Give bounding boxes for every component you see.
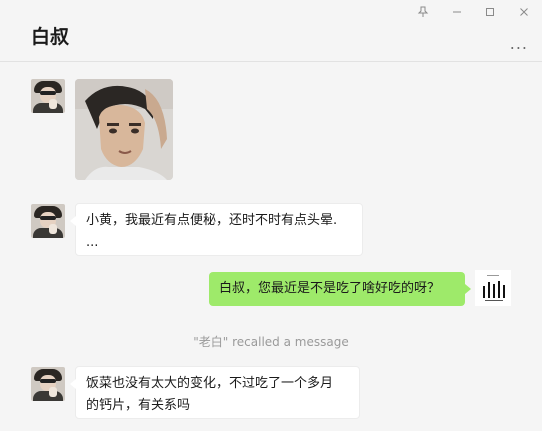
recall-notice: "老白" recalled a message xyxy=(193,335,349,349)
self-avatar[interactable] xyxy=(475,270,511,306)
more-options-icon[interactable]: ... xyxy=(510,34,528,53)
contact-avatar[interactable] xyxy=(31,367,65,401)
chat-title: 白叔 xyxy=(31,26,70,48)
message-bubble-incoming[interactable]: 饭菜也没有太大的变化，不过吃了一个多月 的钙片，有关系吗 xyxy=(70,366,360,419)
pin-icon[interactable] xyxy=(416,6,430,20)
title-bar: 白叔 ... xyxy=(0,0,542,62)
image-message[interactable] xyxy=(75,79,173,180)
contact-avatar[interactable] xyxy=(31,204,65,238)
message-bubble-incoming[interactable]: 小黄，我最近有点便秘，还时不时有点头晕. ... xyxy=(70,203,363,256)
message-bubble-outgoing[interactable]: 白叔，您最近是不是吃了啥好吃的呀？ xyxy=(209,272,471,306)
maximize-icon[interactable] xyxy=(483,6,497,20)
contact-avatar[interactable] xyxy=(31,79,65,113)
minimize-icon[interactable] xyxy=(450,6,464,20)
close-icon[interactable] xyxy=(517,6,531,20)
